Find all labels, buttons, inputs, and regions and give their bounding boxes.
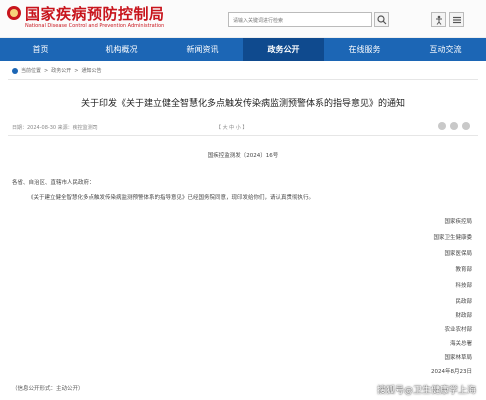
print-icon[interactable] [438, 122, 446, 130]
nav-item-news[interactable]: 新闻资讯 [162, 38, 243, 61]
menu-button[interactable] [449, 12, 464, 27]
close-icon[interactable] [462, 122, 470, 130]
accessibility-button[interactable] [431, 12, 446, 27]
menu-icon [453, 16, 461, 24]
signatory: 国家林草局 [444, 355, 472, 361]
location-icon [12, 67, 18, 74]
document-date: 2024年8月23日 [431, 369, 472, 375]
signatory: 财政部 [455, 313, 472, 319]
search-button[interactable] [374, 12, 389, 27]
nav-item-about[interactable]: 机构概况 [81, 38, 162, 61]
site-subtitle: National Disease Control and Prevention … [25, 23, 165, 29]
breadcrumb-current: 当前位置 [21, 68, 42, 74]
nav-item-online-services[interactable]: 在线服务 [324, 38, 405, 61]
signatory: 教育部 [455, 267, 472, 273]
site-header: 国家疾病预防控制局 National Disease Control and P… [0, 0, 486, 38]
emblem-icon [7, 6, 21, 20]
signatory: 民政部 [455, 299, 472, 305]
document-number: 国疾控监测发〔2024〕16号 [207, 153, 279, 159]
document-body: 《关于建立健全智慧化多点触发传染病监测预警体系的指导意见》已经国务院同意，现印发… [28, 195, 315, 201]
signatory: 国家医保局 [444, 251, 472, 257]
signatory: 国家疾控局 [444, 219, 472, 225]
breadcrumb-separator: > [74, 67, 79, 74]
site-title[interactable]: 国家疾病预防控制局 [25, 3, 165, 24]
document-title: 关于印发《关于建立健全智慧化多点触发传染病监测预警体系的指导意见》的通知 [80, 99, 405, 109]
salutation: 各省、自治区、直辖市人民政府： [12, 180, 95, 186]
document-meta: 日期：2024-08-30 来源：疾控监测司 [12, 125, 98, 131]
main-nav: 首页 机构概况 新闻资讯 政务公开 在线服务 互动交流 [0, 38, 486, 61]
nav-item-home[interactable]: 首页 [0, 38, 81, 61]
font-size-selector[interactable]: 【 大 中 小 】 [216, 124, 247, 131]
divider [8, 135, 478, 136]
share-icon[interactable] [450, 122, 458, 130]
signatory: 国家卫生健康委 [433, 235, 472, 241]
search-input[interactable]: 请输入关键词进行检索 [228, 12, 372, 27]
nav-item-interaction[interactable]: 互动交流 [405, 38, 486, 61]
breadcrumb-link-government-affairs[interactable]: 政务公开 [51, 67, 71, 74]
share-icons [438, 122, 470, 130]
disclosure-note: （信息公开形式：主动公开） [12, 386, 84, 392]
search-icon [377, 15, 387, 25]
signatory: 科技部 [455, 283, 472, 289]
nav-item-government-affairs[interactable]: 政务公开 [243, 38, 324, 61]
breadcrumb: 当前位置 > 政务公开 > 通知公告 [12, 67, 101, 74]
breadcrumb-link-notices[interactable]: 通知公告 [81, 67, 101, 74]
signatory: 农业农村部 [444, 327, 472, 333]
breadcrumb-separator: > [44, 67, 49, 74]
divider [8, 79, 478, 80]
signatory: 海关总署 [449, 341, 472, 347]
accessibility-icon [436, 15, 442, 25]
watermark: 搜狐号@卫生健康学上海 [376, 386, 476, 396]
